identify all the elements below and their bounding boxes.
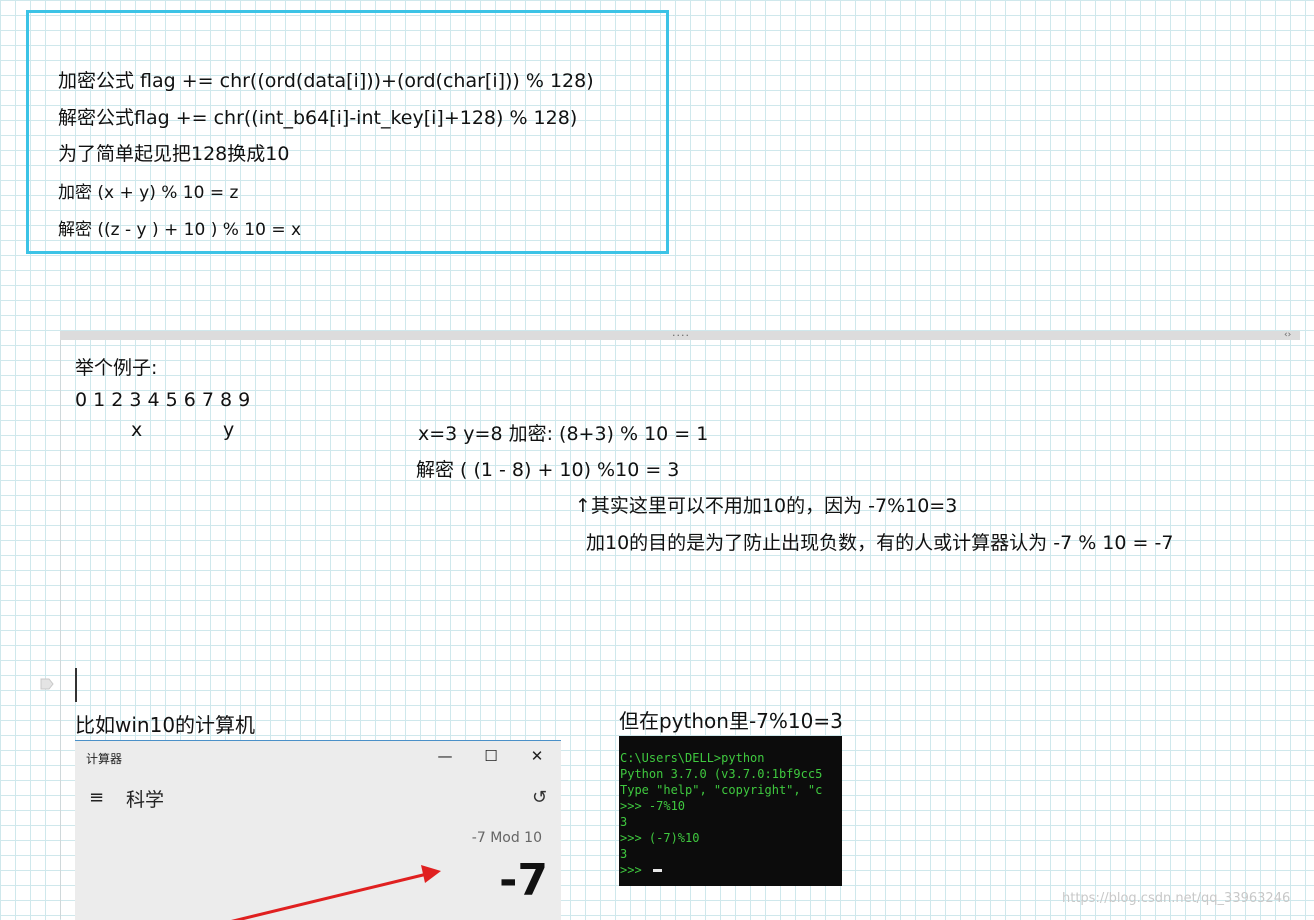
container-left-border xyxy=(60,340,61,919)
encrypt-simple: 加密 (x + y) % 10 = z xyxy=(58,183,239,203)
resize-handle-icon[interactable]: ···· xyxy=(672,329,690,342)
encrypt-example: x=3 y=8 加密: (8+3) % 10 = 1 xyxy=(418,423,709,445)
paragraph-marker-icon[interactable] xyxy=(40,678,54,690)
terminal-prompt: >>> xyxy=(620,863,649,877)
example-heading: 举个例子: xyxy=(75,357,158,379)
python-caption: 但在python里-7%10=3 xyxy=(619,709,843,733)
calculator-window: 计算器 — ☐ ✕ ≡ 科学 ↺ -7 Mod 10 -7 xyxy=(75,740,561,920)
watermark: https://blog.csdn.net/qq_33963246 xyxy=(1062,891,1291,906)
expand-arrows-icon[interactable]: ‹› xyxy=(1284,330,1291,340)
decrypt-simple: 解密 ((z - y ) + 10 ) % 10 = x xyxy=(58,220,302,240)
terminal-line: C:\Users\DELL>python xyxy=(620,751,765,765)
terminal-line: Python 3.7.0 (v3.7.0:1bf9cc5 xyxy=(620,767,823,781)
x-marker: x xyxy=(131,419,143,441)
terminal-line: >>> -7%10 xyxy=(620,799,686,813)
text-cursor xyxy=(75,668,77,702)
terminal-cursor xyxy=(652,869,662,872)
calc-caption: 比如win10的计算机 xyxy=(75,713,256,737)
y-marker: y xyxy=(223,419,235,441)
note-line: ↑其实这里可以不用加10的，因为 -7%10=3 xyxy=(575,495,958,517)
encrypt-formula: 加密公式 flag += chr((ord(data[i]))+(ord(cha… xyxy=(58,70,594,92)
terminal-line: 3 xyxy=(620,847,628,861)
decrypt-formula: 解密公式flag += chr((int_b64[i]-int_key[i]+1… xyxy=(58,107,578,129)
terminal-line: 3 xyxy=(620,815,628,829)
reason-line: 加10的目的是为了防止出现负数，有的人或计算器认为 -7 % 10 = -7 xyxy=(586,532,1174,554)
decrypt-example: 解密 ( (1 - 8) + 10) %10 = 3 xyxy=(416,459,680,481)
terminal-prompt-line: >>> xyxy=(620,862,822,878)
simplify-note: 为了简单起见把128换成10 xyxy=(58,143,290,165)
terminal-line: >>> (-7)%10 xyxy=(620,831,700,845)
red-arrow-annotation xyxy=(231,865,441,920)
terminal-line: Type "help", "copyright", "c xyxy=(620,783,823,797)
python-terminal: C:\Users\DELL>python Python 3.7.0 (v3.7.… xyxy=(619,736,842,886)
digit-row: 0 1 2 3 4 5 6 7 8 9 xyxy=(75,389,251,411)
